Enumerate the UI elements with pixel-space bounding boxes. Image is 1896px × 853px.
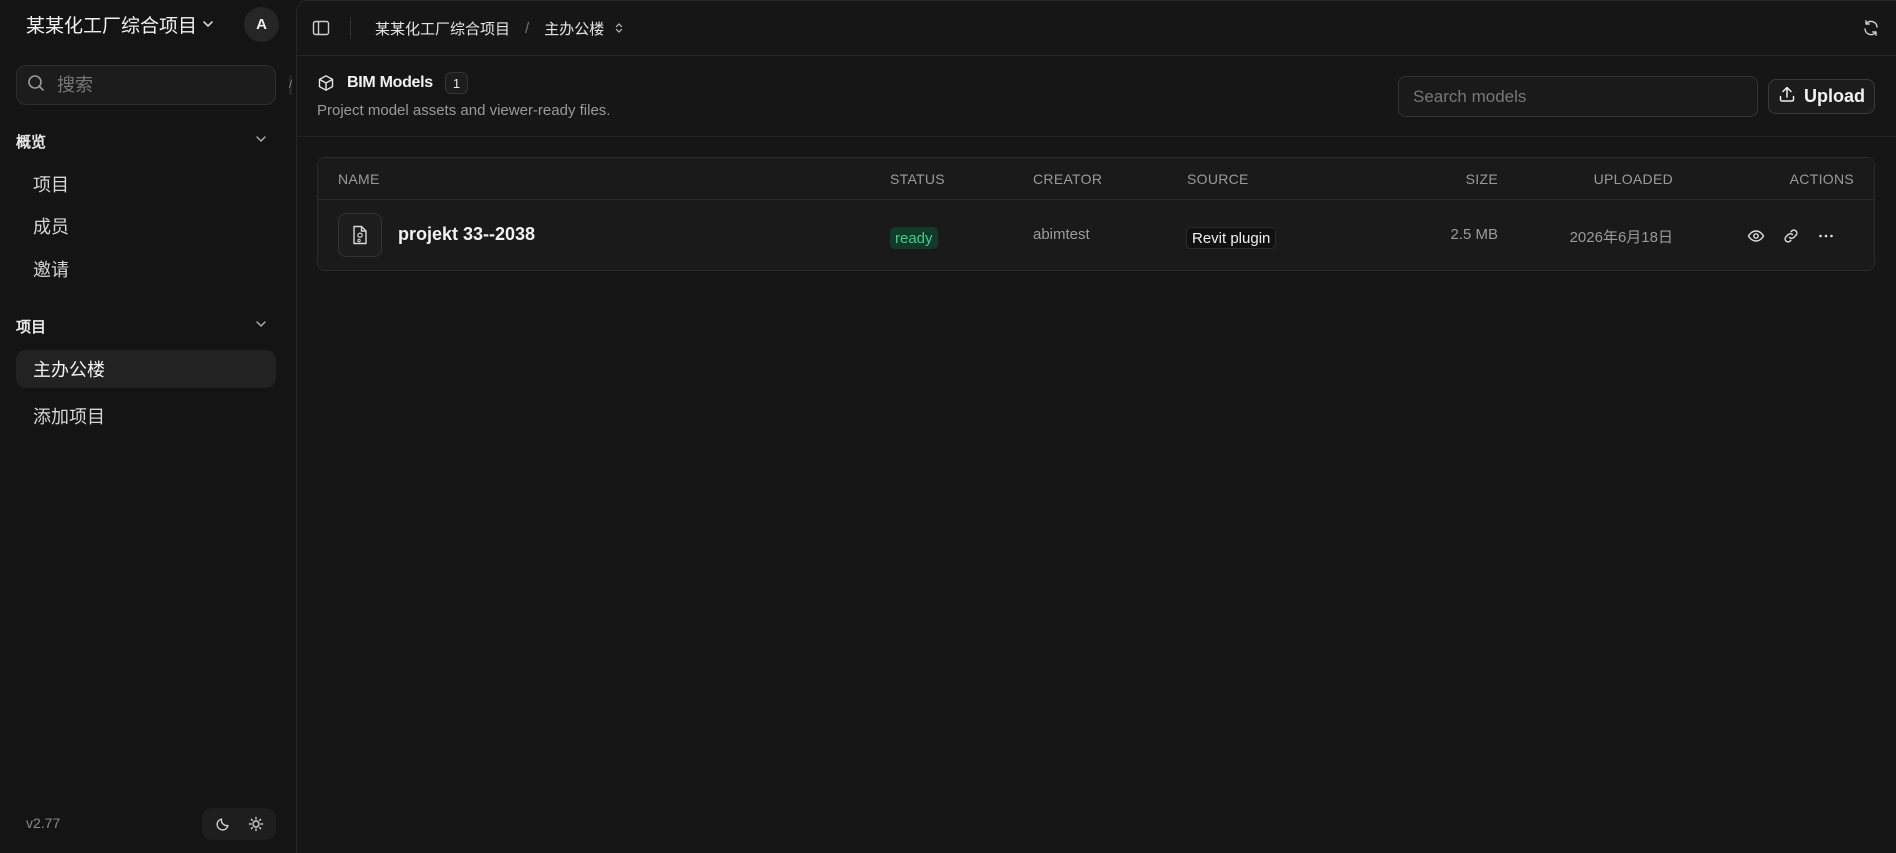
divider — [350, 17, 351, 39]
models-table: NAME STATUS CREATOR SOURCE SIZE UPLOADED… — [317, 157, 1875, 271]
search-models-input[interactable] — [1413, 86, 1743, 107]
section-title: 概览 — [16, 133, 47, 151]
search-shortcut: / — [289, 75, 293, 95]
uploaded-date: 2026年6月18日 — [1569, 229, 1673, 246]
section-title: 项目 — [16, 318, 47, 336]
column-header-size[interactable]: SIZE — [1398, 171, 1498, 187]
chevrons-up-down-icon[interactable] — [612, 21, 626, 35]
link-icon[interactable] — [1779, 224, 1803, 248]
column-header-uploaded[interactable]: UPLOADED — [1528, 171, 1673, 187]
column-header-name[interactable]: NAME — [338, 171, 380, 187]
file-model-icon — [338, 213, 382, 257]
cube-icon — [317, 73, 337, 93]
breadcrumb-project[interactable]: 主办公楼 — [544, 18, 604, 39]
status-badge: ready — [890, 227, 938, 249]
upload-label: Upload — [1804, 86, 1865, 106]
search-input[interactable] — [57, 74, 289, 96]
column-header-creator[interactable]: CREATOR — [1033, 171, 1102, 187]
source-badge: Revit plugin — [1186, 227, 1277, 249]
upload-button[interactable]: Upload — [1768, 79, 1875, 114]
model-search[interactable] — [1398, 76, 1758, 117]
page-header: BIM Models 1 Project model assets and vi… — [297, 56, 1896, 137]
page-subtitle: Project model assets and viewer-ready fi… — [317, 102, 611, 119]
sidebar-item-members[interactable]: 成员 — [16, 207, 276, 245]
app-version: v2.77 — [26, 815, 61, 831]
sidebar-item-invites[interactable]: 邀请 — [16, 250, 276, 288]
workspace-switcher[interactable]: 某某化工厂综合项目 — [16, 8, 226, 40]
sun-icon[interactable] — [243, 811, 269, 837]
chevron-down-icon — [200, 16, 216, 32]
sidebar-item-projects[interactable]: 项目 — [16, 165, 276, 203]
page-title: BIM Models — [347, 74, 433, 91]
model-name[interactable]: projekt 33--2038 — [398, 224, 535, 245]
chevron-down-icon — [254, 132, 268, 150]
main-panel: 某某化工厂综合项目 / 主办公楼 BIM Models 1 Project mo… — [296, 0, 1896, 853]
sidebar-search[interactable]: / — [16, 65, 293, 105]
table-header: NAME STATUS CREATOR SOURCE SIZE UPLOADED… — [318, 158, 1874, 200]
table-row[interactable]: projekt 33--2038 ready abimtest Revit pl… — [318, 200, 1874, 270]
sidebar: 某某化工厂综合项目 A / 概览 项目 成员 邀请 项目 主办公楼 添加项目 v… — [0, 0, 296, 853]
section-projects-header[interactable]: 项目 — [16, 313, 276, 339]
more-horizontal-icon[interactable] — [1814, 224, 1838, 248]
row-actions — [1744, 224, 1838, 248]
search-icon — [27, 74, 45, 97]
panel-left-icon[interactable] — [309, 16, 333, 40]
title-row: BIM Models 1 — [317, 72, 469, 94]
file-size: 2.5 MB — [1450, 226, 1498, 243]
count-badge: 1 — [444, 72, 469, 94]
upload-icon — [1778, 85, 1796, 108]
column-header-source[interactable]: SOURCE — [1187, 171, 1249, 187]
breadcrumb-separator: / — [525, 19, 530, 37]
avatar[interactable]: A — [244, 7, 279, 42]
chevron-down-icon — [254, 317, 268, 335]
column-header-actions: ACTIONS — [1789, 171, 1854, 187]
theme-toggle — [202, 808, 276, 840]
section-overview-header[interactable]: 概览 — [16, 128, 276, 154]
refresh-icon[interactable] — [1859, 16, 1883, 40]
creator: abimtest — [1033, 226, 1090, 243]
workspace-name: 某某化工厂综合项目 — [26, 15, 198, 37]
sidebar-item-add-project[interactable]: 添加项目 — [16, 397, 276, 435]
column-header-status[interactable]: STATUS — [890, 171, 945, 187]
topbar: 某某化工厂综合项目 / 主办公楼 — [297, 1, 1896, 56]
sidebar-item-main-office[interactable]: 主办公楼 — [16, 350, 276, 388]
eye-icon[interactable] — [1744, 224, 1768, 248]
breadcrumb-workspace[interactable]: 某某化工厂综合项目 — [375, 18, 510, 39]
moon-icon[interactable] — [210, 811, 236, 837]
breadcrumb: 某某化工厂综合项目 / 主办公楼 — [375, 16, 626, 40]
